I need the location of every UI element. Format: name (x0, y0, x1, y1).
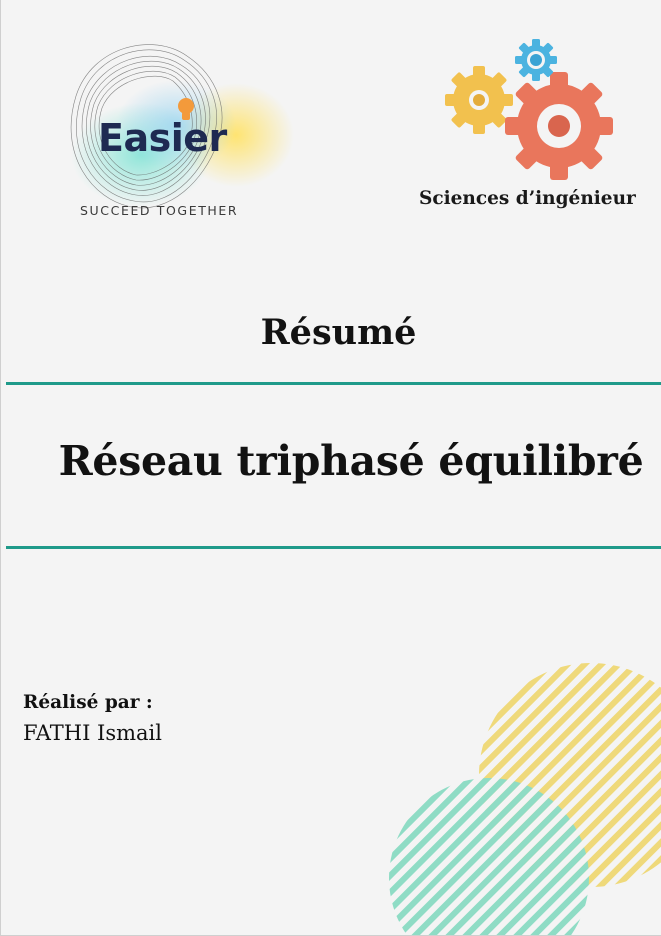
top-divider (6, 382, 661, 385)
author-label: Réalisé par : (23, 692, 153, 713)
small-gear-icon (445, 66, 513, 134)
document-title: Réseau triphasé équilibré (58, 437, 644, 485)
gears-icon (441, 34, 621, 184)
bottom-divider (6, 546, 661, 549)
easier-wordmark: Easier (98, 116, 227, 160)
blue-gear-icon (515, 39, 557, 81)
logo-tagline: SUCCEED TOGETHER (80, 203, 239, 218)
easier-logo: Easier SUCCEED TOGETHER (56, 40, 296, 230)
large-gear-icon (505, 72, 613, 180)
author-name: FATHI Ismail (23, 721, 162, 745)
document-type-heading: Résumé (260, 312, 417, 353)
striped-circles-decoration (389, 663, 661, 935)
subject-label: Sciences d’ingénieur (419, 188, 636, 209)
document-cover-page: Easier SUCCEED TOGETHER Sciences d’ingén… (0, 0, 661, 936)
